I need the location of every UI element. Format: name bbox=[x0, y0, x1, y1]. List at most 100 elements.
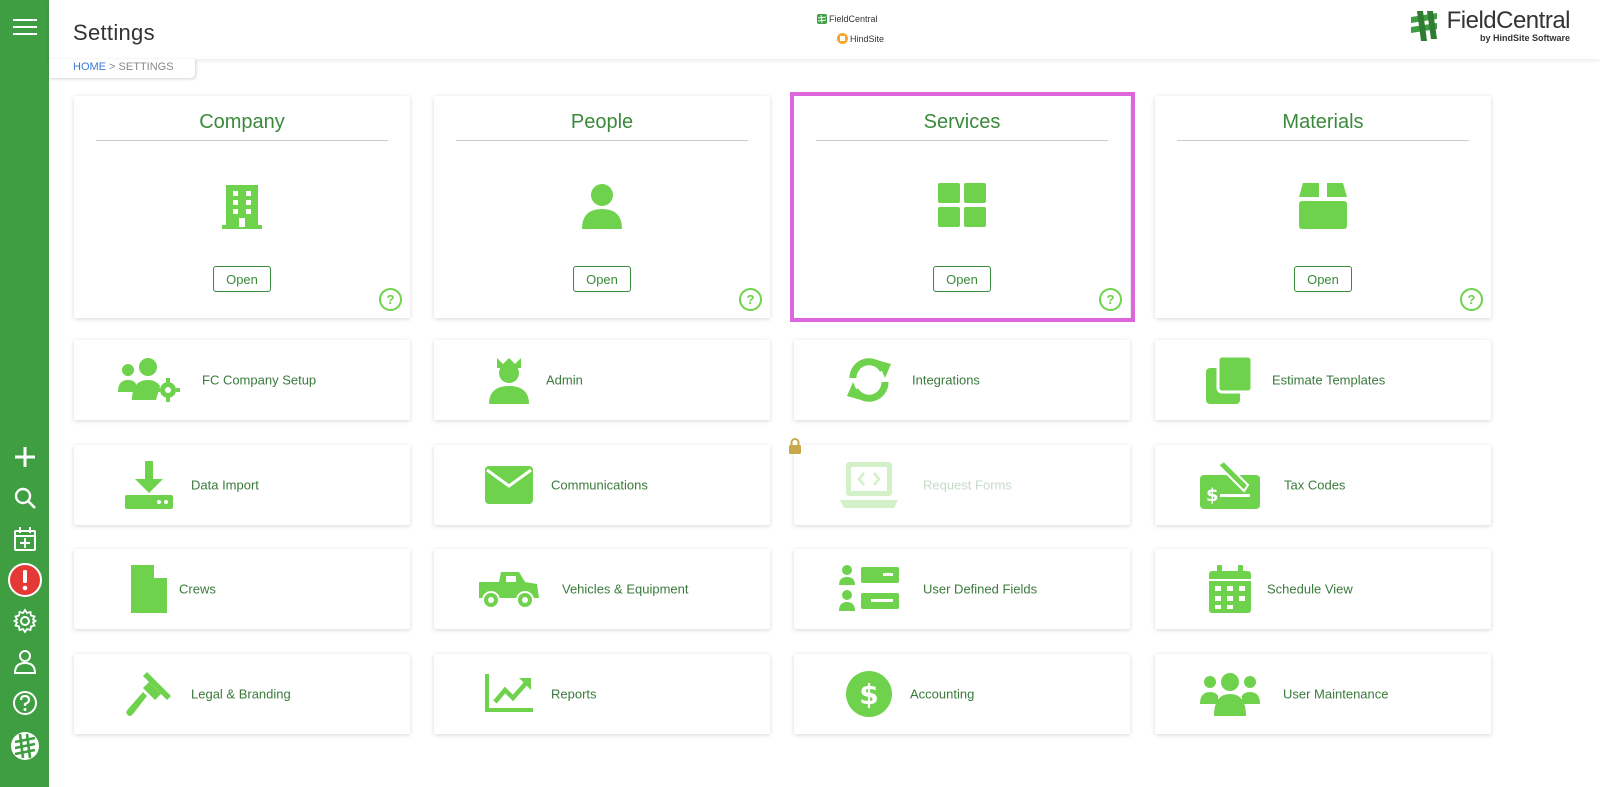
people-help-button[interactable]: ? bbox=[739, 288, 762, 311]
users-icon bbox=[1199, 669, 1261, 719]
center-logo: FieldCentral HindSite bbox=[809, 12, 889, 50]
tile-label: Communications bbox=[551, 477, 648, 493]
brand-subtitle: by HindSite Software bbox=[1479, 33, 1570, 43]
grid-icon bbox=[938, 183, 986, 232]
chart-line-icon bbox=[478, 669, 540, 719]
sync-icon bbox=[838, 355, 900, 405]
user-fields-icon bbox=[838, 564, 900, 614]
download-icon bbox=[118, 460, 180, 510]
hindsite-mini-icon bbox=[837, 33, 848, 44]
breadcrumb: HOME > SETTINGS bbox=[49, 59, 195, 78]
users-gear-icon bbox=[118, 355, 180, 405]
company-help-button[interactable]: ? bbox=[379, 288, 402, 311]
tile-user-maintenance[interactable]: User Maintenance bbox=[1155, 654, 1491, 734]
services-card: Services Open ? bbox=[794, 96, 1130, 318]
tile-admin[interactable]: Admin bbox=[434, 340, 770, 420]
center-logo-line1: FieldCentral bbox=[829, 14, 878, 24]
tile-fc-company-setup[interactable]: FC Company Setup bbox=[74, 340, 410, 420]
fieldcentral-logo-icon bbox=[10, 732, 39, 760]
people-card: People Open ? bbox=[434, 96, 770, 318]
center-logo-fieldcentral: FieldCentral bbox=[817, 14, 878, 24]
calendar-add-icon bbox=[13, 527, 36, 551]
materials-card: Materials Open ? bbox=[1155, 96, 1491, 318]
alert-icon bbox=[7, 563, 42, 597]
copy-icon bbox=[1199, 355, 1261, 405]
materials-help-button[interactable]: ? bbox=[1460, 288, 1483, 311]
tile-label: User Maintenance bbox=[1283, 686, 1389, 702]
hamburger-menu-button[interactable] bbox=[0, 8, 49, 46]
building-icon bbox=[222, 183, 262, 236]
breadcrumb-home-link[interactable]: HOME bbox=[73, 61, 106, 73]
envelope-icon bbox=[478, 460, 540, 510]
sidebar bbox=[0, 0, 49, 787]
services-card-title: Services bbox=[816, 111, 1108, 141]
breadcrumb-current: SETTINGS bbox=[118, 61, 174, 73]
tile-label: Accounting bbox=[910, 686, 975, 702]
tile-legal-branding[interactable]: Legal & Branding bbox=[74, 654, 410, 734]
people-card-title: People bbox=[456, 111, 748, 141]
hamburger-menu-icon bbox=[12, 19, 37, 35]
tile-label: Schedule View bbox=[1267, 581, 1353, 597]
fieldcentral-logo-button[interactable] bbox=[0, 727, 49, 765]
header-bar: Settings FieldCentral HindSite FieldCent… bbox=[49, 0, 1600, 59]
profile-button[interactable] bbox=[0, 643, 49, 681]
svg-text:$: $ bbox=[859, 678, 878, 711]
tile-communications[interactable]: Communications bbox=[434, 445, 770, 525]
tile-label: Data Import bbox=[191, 477, 259, 493]
tile-label: Admin bbox=[546, 372, 583, 388]
search-button[interactable] bbox=[0, 479, 49, 517]
alerts-button[interactable] bbox=[0, 561, 49, 599]
company-card-title: Company bbox=[96, 111, 388, 141]
search-icon bbox=[14, 487, 36, 509]
person-icon bbox=[580, 183, 624, 236]
tile-data-import[interactable]: Data Import bbox=[74, 445, 410, 525]
tile-label: Request Forms bbox=[923, 477, 1012, 493]
fieldcentral-mini-icon bbox=[817, 14, 827, 24]
help-icon bbox=[12, 691, 37, 715]
tile-vehicles-equipment[interactable]: Vehicles & Equipment bbox=[434, 549, 770, 629]
tile-crews[interactable]: Crews bbox=[74, 549, 410, 629]
tile-label: Tax Codes bbox=[1284, 477, 1346, 493]
tile-reports[interactable]: Reports bbox=[434, 654, 770, 734]
company-open-button[interactable]: Open bbox=[213, 266, 271, 292]
add-button[interactable] bbox=[0, 438, 49, 476]
page-title: Settings bbox=[73, 20, 155, 45]
truck-icon bbox=[478, 564, 540, 614]
company-card: Company Open ? bbox=[74, 96, 410, 318]
center-logo-hindsite: HindSite bbox=[837, 33, 884, 44]
fieldcentral-brand-icon bbox=[1410, 11, 1437, 41]
plus-icon bbox=[14, 447, 35, 467]
materials-card-title: Materials bbox=[1177, 111, 1469, 141]
brand-logo: FieldCentral by HindSite Software bbox=[1407, 7, 1571, 49]
calendar-add-button[interactable] bbox=[0, 520, 49, 558]
tile-label: Estimate Templates bbox=[1272, 372, 1386, 388]
tile-integrations[interactable]: Integrations bbox=[794, 340, 1130, 420]
tile-label: Legal & Branding bbox=[191, 686, 291, 702]
tile-label: Crews bbox=[179, 581, 216, 597]
lock-icon bbox=[789, 438, 801, 454]
center-logo-line2: HindSite bbox=[850, 33, 885, 44]
tile-label: Reports bbox=[551, 686, 597, 702]
gavel-icon bbox=[118, 669, 180, 719]
admin-icon bbox=[478, 355, 540, 405]
tile-label: User Defined Fields bbox=[923, 581, 1038, 597]
breadcrumb-separator: > bbox=[106, 61, 119, 73]
services-open-button[interactable]: Open bbox=[933, 266, 991, 292]
brand-name: FieldCentral bbox=[1446, 7, 1571, 34]
materials-open-button[interactable]: Open bbox=[1294, 266, 1352, 292]
laptop-code-icon bbox=[838, 460, 900, 510]
tile-accounting[interactable]: $ Accounting bbox=[794, 654, 1130, 734]
user-icon bbox=[13, 650, 36, 674]
tile-label: FC Company Setup bbox=[202, 372, 317, 388]
tile-user-defined-fields[interactable]: User Defined Fields bbox=[794, 549, 1130, 629]
services-help-button[interactable]: ? bbox=[1099, 288, 1122, 311]
tile-tax-codes[interactable]: $ Tax Codes bbox=[1155, 445, 1491, 525]
people-open-button[interactable]: Open bbox=[573, 266, 631, 292]
tile-estimate-templates[interactable]: Estimate Templates bbox=[1155, 340, 1491, 420]
help-button[interactable] bbox=[0, 684, 49, 722]
file-icon bbox=[118, 564, 180, 614]
calendar-icon bbox=[1199, 564, 1261, 614]
tile-schedule-view[interactable]: Schedule View bbox=[1155, 549, 1491, 629]
settings-button[interactable] bbox=[0, 602, 49, 640]
tile-label: Vehicles & Equipment bbox=[562, 581, 689, 597]
